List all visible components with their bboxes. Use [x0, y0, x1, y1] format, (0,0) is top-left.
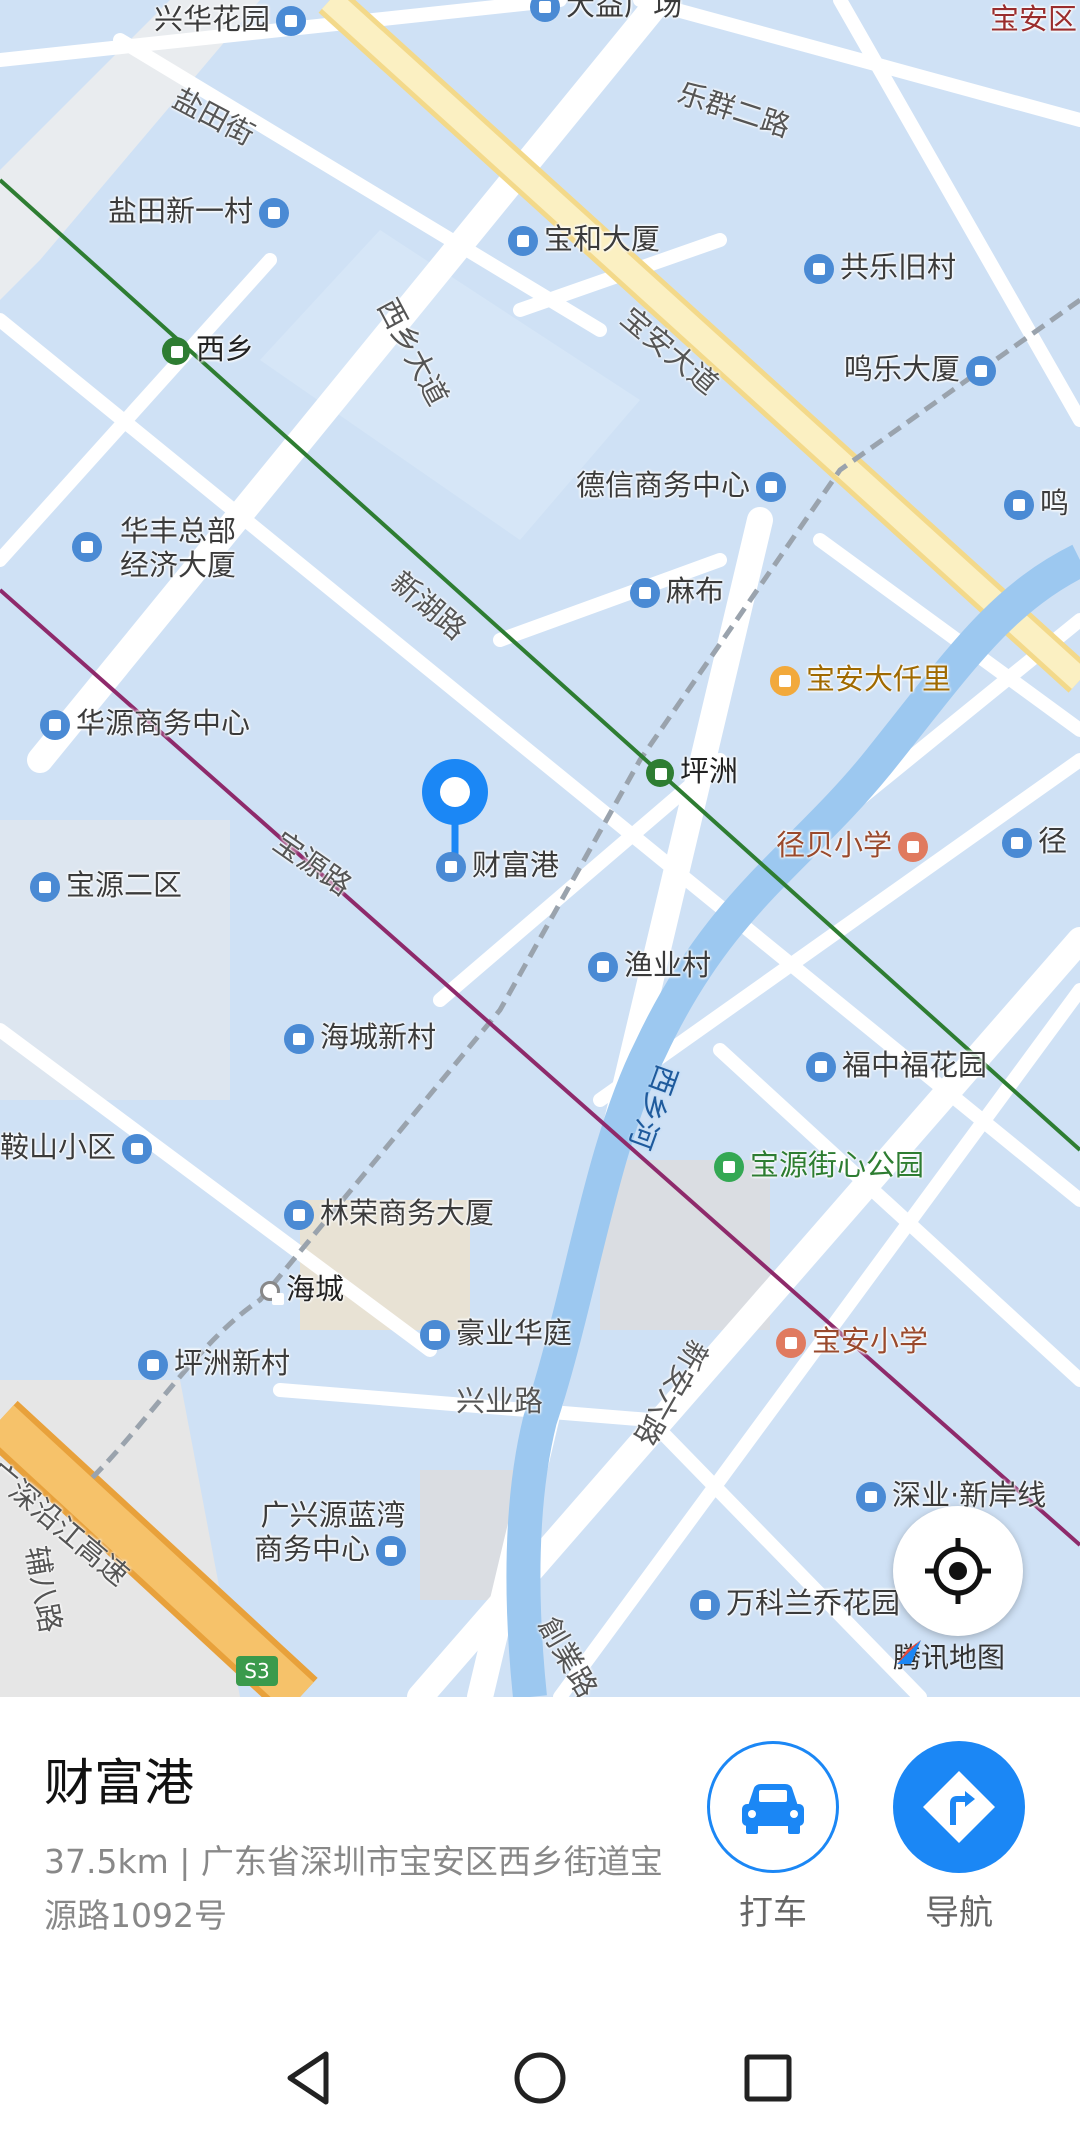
taxi-button-circle[interactable] — [707, 1741, 839, 1873]
navigate-button[interactable]: 导航 — [893, 1741, 1025, 1934]
navigate-label: 导航 — [925, 1893, 993, 1933]
car-icon — [742, 1784, 804, 1834]
building-icon — [276, 6, 307, 36]
station-icon — [260, 1281, 284, 1305]
system-navigation-bar — [0, 2000, 1080, 2148]
metro-station-label[interactable]: 坪洲 — [646, 754, 738, 788]
taxi-button[interactable]: 打车 — [707, 1741, 839, 1934]
building-icon — [376, 1536, 407, 1566]
poi-label[interactable]: 宝源街心公园 — [714, 1148, 924, 1182]
poi-label[interactable]: 德信商务中心 — [576, 468, 792, 502]
recents-square-icon — [744, 2054, 792, 2102]
poi-label[interactable]: 豪业华庭 — [420, 1316, 572, 1350]
building-icon — [508, 226, 538, 256]
recents-button[interactable] — [728, 2038, 808, 2118]
building-icon — [259, 198, 290, 228]
poi-label[interactable]: 鸣 — [1004, 486, 1069, 520]
building-icon — [690, 1590, 720, 1620]
rail-station-label[interactable]: 海城 — [260, 1272, 344, 1306]
building-icon — [856, 1482, 886, 1512]
building-icon — [804, 254, 834, 284]
back-triangle-icon — [287, 2051, 329, 2105]
poi-label[interactable]: 华丰总部 经济大厦 — [72, 514, 236, 582]
map-brand: 腾讯地图 — [893, 1636, 1005, 1676]
poi-label[interactable]: 广兴源蓝湾 商务中心 — [254, 1498, 412, 1566]
building-icon — [806, 1052, 836, 1082]
navigation-diamond-icon — [923, 1771, 995, 1843]
park-icon — [714, 1152, 744, 1182]
poi-label[interactable]: 鞍山小区 — [0, 1130, 158, 1164]
poi-label[interactable]: 海城新村 — [284, 1020, 436, 1054]
navigate-button-circle[interactable] — [893, 1741, 1025, 1873]
poi-label[interactable]: 坪洲新村 — [138, 1346, 290, 1380]
building-icon — [40, 710, 70, 740]
poi-label[interactable]: 万科兰乔花园 — [690, 1586, 900, 1620]
metro-icon — [646, 759, 674, 787]
poi-label[interactable]: 林荣商务大厦 — [284, 1196, 494, 1230]
poi-label[interactable]: 宝和大厦 — [508, 222, 660, 256]
mall-icon — [770, 666, 800, 696]
highway-shield: S3 — [236, 1656, 278, 1686]
poi-label[interactable]: 宝安大仟里 — [770, 662, 951, 696]
poi-label[interactable]: 宝源二区 — [30, 868, 182, 902]
building-icon — [1002, 828, 1032, 858]
building-icon — [122, 1134, 153, 1164]
road-label: 兴业路 — [456, 1384, 544, 1418]
metro-station-label[interactable]: 西乡 — [162, 332, 254, 366]
poi-label[interactable]: 渔业村 — [588, 948, 711, 982]
poi-label[interactable]: 径贝小学 — [776, 828, 934, 862]
taxi-label: 打车 — [739, 1893, 807, 1933]
poi-label[interactable]: 兴华花园 — [154, 2, 312, 36]
poi-label[interactable]: 福中福花园 — [806, 1048, 987, 1082]
map-view[interactable]: 兴华花园 大益广场 宝安区 盐田新一村 宝和大厦 共乐旧村 西乡 鸣乐大厦 德信… — [0, 0, 1080, 1697]
building-icon — [138, 1350, 168, 1380]
building-icon — [30, 872, 60, 902]
school-icon — [898, 832, 929, 862]
poi-label[interactable]: 盐田新一村 — [108, 194, 295, 228]
building-icon — [284, 1024, 314, 1054]
poi-label[interactable]: 麻布 — [630, 574, 724, 608]
building-icon — [588, 952, 618, 982]
building-icon — [1004, 490, 1034, 520]
building-icon — [966, 356, 997, 386]
place-detail-panel: 财富港 37.5km | 广东省深圳市宝安区西乡街道宝源路1092号 打车 导航 — [0, 1697, 1080, 1997]
building-icon — [284, 1200, 314, 1230]
home-button[interactable] — [500, 2038, 580, 2118]
home-circle-icon — [514, 2052, 566, 2104]
back-button[interactable] — [270, 2038, 350, 2118]
place-address: 37.5km | 广东省深圳市宝安区西乡街道宝源路1092号 — [44, 1842, 663, 1935]
poi-label[interactable]: 宝安小学 — [776, 1324, 928, 1358]
building-icon — [630, 578, 660, 608]
school-icon — [776, 1328, 806, 1358]
poi-label[interactable]: 鸣乐大厦 — [844, 352, 1002, 386]
district-label: 宝安区 — [990, 2, 1078, 36]
my-location-button[interactable] — [893, 1506, 1023, 1636]
building-icon — [756, 472, 787, 502]
building-icon — [420, 1320, 450, 1350]
place-name: 财富港 — [44, 1754, 194, 1812]
poi-label[interactable]: 径 — [1002, 824, 1067, 858]
building-icon — [530, 0, 560, 22]
metro-icon — [162, 337, 190, 365]
poi-label[interactable]: 华源商务中心 — [40, 706, 250, 740]
crosshair-icon — [925, 1538, 991, 1604]
selected-poi-label[interactable]: 财富港 — [436, 848, 559, 882]
poi-label[interactable]: 共乐旧村 — [804, 250, 956, 284]
building-icon — [72, 532, 102, 562]
poi-label[interactable]: 大益广场 — [530, 0, 682, 22]
tencent-map-logo-icon — [897, 1640, 921, 1664]
building-icon — [436, 852, 466, 882]
